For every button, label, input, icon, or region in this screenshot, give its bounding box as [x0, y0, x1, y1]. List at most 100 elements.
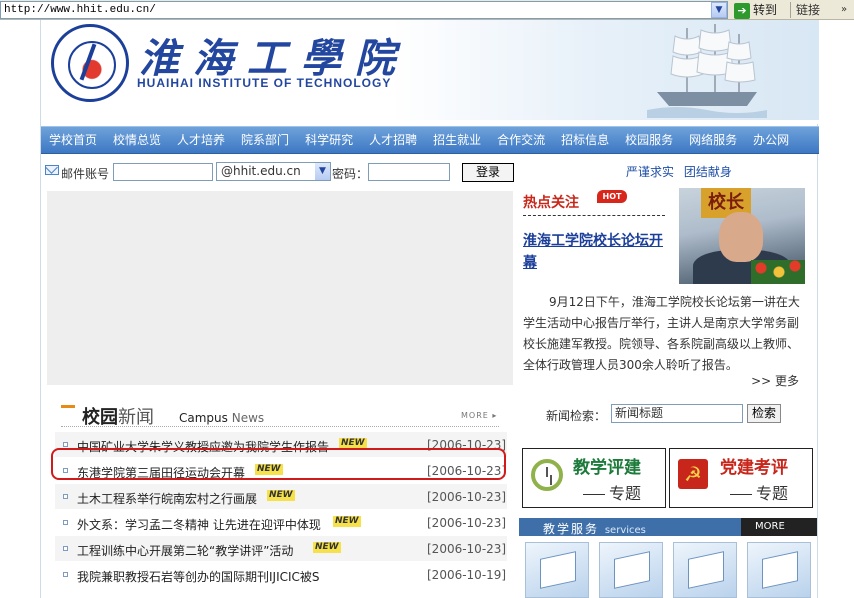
- new-badge: NEW: [333, 516, 361, 527]
- address-input[interactable]: http://www.hhit.edu.cn/: [0, 1, 728, 19]
- nav-item-research[interactable]: 科学研究: [305, 127, 353, 153]
- nav-item-recruitment[interactable]: 人才招聘: [369, 127, 417, 153]
- bullet-icon: [63, 546, 68, 551]
- campus-news-en-title: Campus News: [179, 411, 264, 425]
- news-search-form: 新闻检索： 新闻标题 检索: [521, 403, 819, 427]
- campus-news-section: 校园新闻 Campus News MORE ▸ 中国矿业大学朱学义教授应邀为我院…: [47, 403, 513, 598]
- domain-select-value: @hhit.edu.cn: [221, 164, 301, 178]
- service-laptop-icon[interactable]: [673, 542, 737, 598]
- services-more-link[interactable]: MORE: [741, 518, 817, 536]
- banner-divider: [41, 120, 819, 124]
- hot-more-link[interactable]: >> 更多: [751, 372, 799, 389]
- news-item-date: [2006-10-23]: [427, 516, 507, 530]
- highlight-annotation: [51, 448, 506, 480]
- go-button[interactable]: ➔ 转到: [734, 1, 788, 19]
- news-item[interactable]: 外文系：学习孟二冬精神 让先进在迎评中体现 NEW [2006-10-23]: [55, 510, 507, 536]
- news-item[interactable]: 土木工程系举行皖南宏村之行画展 NEW [2006-10-23]: [55, 484, 507, 510]
- news-item-date: [2006-10-23]: [427, 490, 507, 504]
- news-item[interactable]: 工程训练中心开展第二轮“教学讲评”活动 NEW [2006-10-23]: [55, 536, 507, 562]
- go-arrow-icon: ➔: [734, 2, 750, 19]
- hot-focus-title: 热点关注: [523, 195, 579, 211]
- bullet-icon: [63, 494, 68, 499]
- party-building-banner[interactable]: ☭ 党建考评 专题: [669, 448, 813, 508]
- news-item-date: [2006-10-19]: [427, 568, 507, 582]
- main-nav: 学校首页 校情总览 人才培养 院系部门 科学研究 人才招聘 招生就业 合作交流 …: [41, 126, 819, 154]
- envelope-icon: [45, 165, 59, 175]
- services-title-cn: 教学服务: [543, 522, 600, 536]
- hot-headline-link[interactable]: 淮海工学院校长论坛开幕: [523, 230, 675, 274]
- news-divider: [61, 426, 499, 427]
- photo-flowers: [751, 260, 805, 284]
- nav-item-office[interactable]: 办公网: [753, 127, 789, 153]
- news-item-title[interactable]: 土木工程系举行皖南宏村之行画展: [77, 490, 257, 507]
- sailing-ship-image: [647, 24, 767, 118]
- news-search-input[interactable]: 新闻标题: [611, 404, 743, 423]
- hot-badge: HOT: [597, 190, 627, 203]
- laptop-shape: [688, 551, 724, 589]
- news-item-title[interactable]: 我院兼职教授石岩等创办的国际期刊IJICIC被S: [77, 568, 320, 585]
- promo-title: 党建考评: [720, 458, 788, 478]
- campus-news-title-a: 校园: [82, 407, 118, 428]
- hot-focus-section: 热点关注 HOT 校长 淮海工学院校长论坛开幕 9月12日下午，淮海工学院校长论…: [523, 188, 809, 390]
- school-name-en: HUAIHAI INSTITUTE OF TECHNOLOGY: [137, 76, 392, 90]
- service-monitor-icon[interactable]: [747, 542, 811, 598]
- news-search-button[interactable]: 检索: [747, 404, 781, 423]
- service-document-icon[interactable]: [599, 542, 663, 598]
- school-seal-logo[interactable]: [51, 24, 129, 102]
- nav-item-campus-services[interactable]: 校园服务: [625, 127, 673, 153]
- nav-item-overview[interactable]: 校情总览: [113, 127, 161, 153]
- password-input[interactable]: [368, 163, 450, 181]
- toolbar-divider: [790, 2, 791, 18]
- domain-select[interactable]: @hhit.edu.cn ▼: [216, 162, 331, 181]
- password-label: 密码：: [332, 167, 369, 181]
- news-search-label: 新闻检索：: [546, 409, 607, 423]
- nav-item-education[interactable]: 人才培养: [177, 127, 225, 153]
- links-chevron-icon[interactable]: »: [834, 0, 854, 20]
- promo-subtitle: 专题: [730, 480, 788, 504]
- nav-item-departments[interactable]: 院系部门: [241, 127, 289, 153]
- address-bar: http://www.hhit.edu.cn/ ▼ ➔ 转到 链接 »: [0, 0, 854, 20]
- bullet-icon: [63, 520, 68, 525]
- news-item-date: [2006-10-23]: [427, 542, 507, 556]
- clock-icon: [531, 459, 563, 491]
- nav-item-network-services[interactable]: 网络服务: [689, 127, 737, 153]
- news-photo[interactable]: 校长: [679, 188, 805, 284]
- hot-divider: [523, 215, 665, 216]
- news-more-label: MORE: [461, 411, 489, 420]
- bullet-icon: [63, 572, 68, 577]
- nav-item-admissions[interactable]: 招生就业: [433, 127, 481, 153]
- bullet-icon: [63, 442, 68, 447]
- site-banner: 淮海工學院 HUAIHAI INSTITUTE OF TECHNOLOGY: [41, 20, 819, 124]
- address-dropdown-icon[interactable]: ▼: [711, 2, 727, 18]
- school-motto: 严谨求实 团结献身: [626, 165, 732, 179]
- monitor-shape: [762, 551, 798, 589]
- new-badge: NEW: [267, 490, 295, 501]
- page-container: 淮海工學院 HUAIHAI INSTITUTE OF TECHNOLOGY 学校…: [40, 20, 819, 598]
- feature-area: [47, 191, 513, 385]
- caret-right-icon: ▸: [492, 411, 498, 420]
- service-folder-icon[interactable]: [525, 542, 589, 598]
- teaching-evaluation-banner[interactable]: 教学评建 专题: [522, 448, 666, 508]
- photo-person-face: [719, 212, 763, 262]
- account-input[interactable]: [113, 163, 213, 181]
- nav-item-tenders[interactable]: 招标信息: [561, 127, 609, 153]
- promo-title: 教学评建: [573, 458, 641, 478]
- teaching-services-header: 教学服务 services MORE: [519, 518, 817, 536]
- go-label: 转到: [753, 3, 778, 17]
- campus-news-title-b: 新闻: [118, 407, 154, 428]
- campus-news-en-a: Campus: [179, 411, 228, 425]
- services-title-en: services: [604, 525, 646, 536]
- news-item-title[interactable]: 工程训练中心开展第二轮“教学讲评”活动: [77, 542, 293, 559]
- folder-shape: [540, 551, 576, 589]
- news-item[interactable]: 我院兼职教授石岩等创办的国际期刊IJICIC被S [2006-10-19]: [55, 562, 507, 588]
- account-label: 邮件账号: [61, 167, 110, 181]
- news-accent-bar: [61, 405, 75, 408]
- links-button[interactable]: 链接: [796, 1, 820, 19]
- chevron-down-icon: ▼: [315, 163, 330, 180]
- nav-item-cooperation[interactable]: 合作交流: [497, 127, 545, 153]
- news-item-title[interactable]: 外文系：学习孟二冬精神 让先进在迎评中体现: [77, 516, 321, 533]
- login-button[interactable]: 登录: [462, 163, 514, 182]
- nav-item-home[interactable]: 学校首页: [49, 127, 97, 153]
- promo-subtitle: 专题: [583, 480, 641, 504]
- news-more-link[interactable]: MORE ▸: [461, 411, 497, 420]
